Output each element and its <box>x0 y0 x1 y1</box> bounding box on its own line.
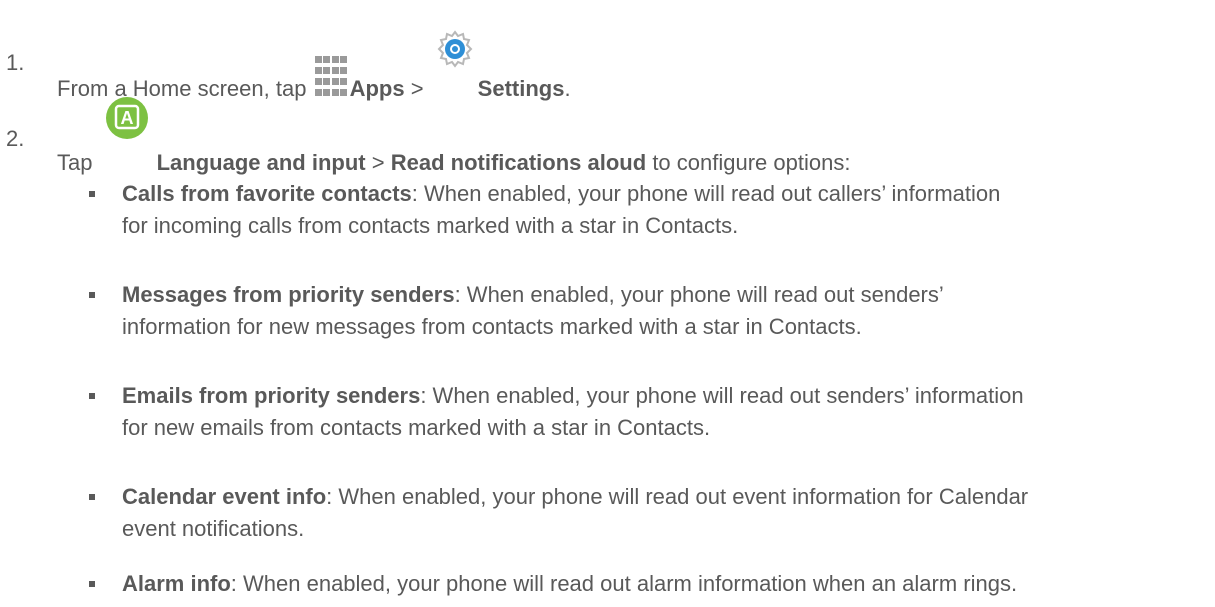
bullet <box>89 292 95 298</box>
step-text: Tap A Language and input > Read notifica… <box>57 97 851 176</box>
option-desc: : When enabled, your phone will read out… <box>326 484 1029 509</box>
option-desc: : When enabled, your phone will read out… <box>454 282 944 307</box>
svg-text:A: A <box>120 108 133 128</box>
step-number: 1. <box>6 50 25 75</box>
option-desc-cont: for new emails from contacts marked with… <box>122 415 711 440</box>
step-prefix: From a Home screen, tap <box>57 76 307 101</box>
bullet <box>89 393 95 399</box>
option-item: Calendar event info: When enabled, your … <box>122 481 1202 545</box>
option-item: Alarm info: When enabled, your phone wil… <box>122 568 1202 600</box>
settings-label: Settings <box>477 76 565 101</box>
language-label: Language and input <box>156 150 366 175</box>
separator: > <box>371 150 385 175</box>
read-notifications-label: Read notifications aloud <box>390 150 647 175</box>
step-suffix: to configure options: <box>652 150 851 175</box>
option-desc-cont: for incoming calls from contacts marked … <box>122 213 739 238</box>
option-desc: : When enabled, your phone will read out… <box>420 383 1024 408</box>
bullet <box>89 494 95 500</box>
apps-label: Apps <box>349 76 405 101</box>
bullet <box>89 191 95 197</box>
option-title: Emails from priority senders <box>122 383 421 408</box>
option-title: Calls from favorite contacts <box>122 181 412 206</box>
option-desc: : When enabled, your phone will read out… <box>230 571 1018 596</box>
bullet <box>89 581 95 587</box>
option-title: Calendar event info <box>122 484 327 509</box>
option-item: Messages from priority senders: When ena… <box>122 279 1202 343</box>
step-text: From a Home screen, tap Apps > Settings. <box>57 30 571 102</box>
option-title: Messages from priority senders <box>122 282 455 307</box>
step-prefix: Tap <box>57 150 93 175</box>
option-title: Alarm info <box>122 571 231 596</box>
step-suffix: . <box>564 76 571 101</box>
gear-icon <box>436 30 474 98</box>
step-number: 2. <box>6 126 25 151</box>
option-item: Calls from favorite contacts: When enabl… <box>122 178 1202 242</box>
option-desc: : When enabled, your phone will read out… <box>411 181 1001 206</box>
option-desc-cont: information for new messages from contac… <box>122 314 862 339</box>
apps-grid-icon <box>314 50 348 96</box>
option-item: Emails from priority senders: When enabl… <box>122 380 1202 444</box>
language-a-icon: A <box>105 97 149 170</box>
separator: > <box>410 76 424 101</box>
option-desc-cont: event notifications. <box>122 516 305 541</box>
